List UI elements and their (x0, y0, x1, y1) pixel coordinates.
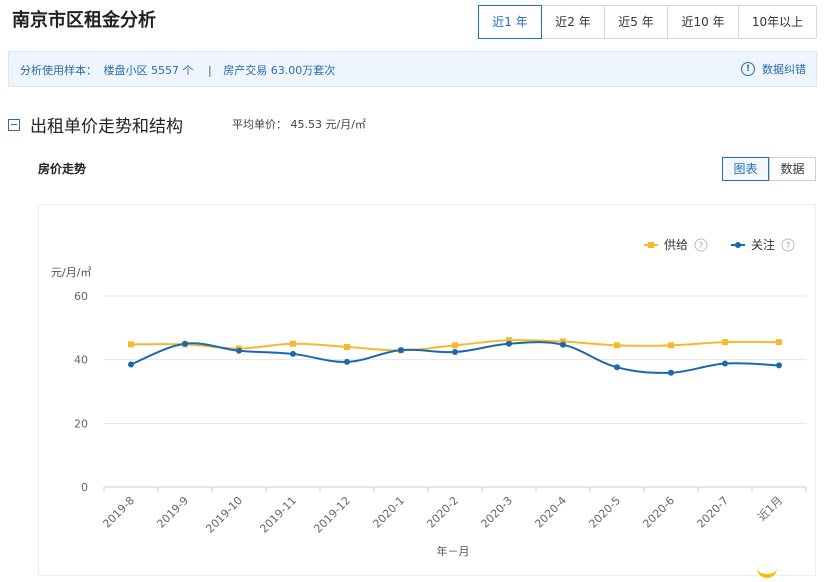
x-tick-label: 2020-3 (478, 494, 515, 531)
transaction-count: 房产交易 63.00万套次 (223, 64, 336, 77)
section-title: 出租单价走势和结构 (30, 117, 183, 137)
x-tick-label: 2019-10 (203, 494, 245, 536)
view-toggle: 图表 数据 (722, 157, 816, 181)
data-point-attention (722, 360, 728, 367)
tab-5-years[interactable]: 近5 年 (604, 6, 667, 38)
help-question-icon-glyph: ? (699, 242, 704, 252)
tab-data[interactable]: 数据 (769, 157, 816, 181)
data-point-attention (560, 341, 566, 348)
info-separator: | (208, 64, 212, 77)
data-point-supply (722, 339, 728, 346)
legend-label: 关注 (751, 237, 775, 252)
y-tick-label: 60 (74, 290, 88, 303)
sample-info-bar: 分析使用样本： 楼盘小区 5557 个 | 房产交易 63.00万套次 ! 数据… (8, 51, 817, 87)
sample-info-text: 分析使用样本： 楼盘小区 5557 个 | 房产交易 63.00万套次 (20, 62, 338, 78)
x-tick-label: 2020-6 (640, 494, 677, 531)
time-range-tabs: 近1 年 近2 年 近5 年 近10 年 10年以上 (478, 5, 817, 39)
report-error-label: 数据纠错 (762, 63, 806, 76)
report-error-link[interactable]: ! 数据纠错 (741, 61, 806, 77)
data-point-attention (776, 362, 782, 369)
data-point-attention (614, 364, 620, 371)
legend-marker-square (648, 242, 654, 248)
page-title: 南京市区租金分析 (12, 10, 156, 31)
data-point-supply (668, 342, 674, 349)
data-point-attention (344, 358, 350, 365)
x-tick-label: 2019-11 (257, 494, 299, 536)
help-question-icon-glyph: ? (786, 242, 791, 252)
x-axis-label: 年－月 (437, 544, 470, 558)
tab-1-year[interactable]: 近1 年 (478, 5, 542, 39)
data-point-supply (776, 339, 782, 346)
data-point-supply (614, 342, 620, 349)
legend-label: 供给 (664, 238, 688, 252)
data-point-supply (344, 343, 350, 350)
tab-over-10-years[interactable]: 10年以上 (738, 6, 816, 38)
x-tick-label: 2020-4 (532, 494, 569, 531)
data-point-attention (452, 349, 458, 356)
data-point-supply (128, 341, 134, 348)
x-tick-label: 2019-8 (100, 494, 137, 531)
y-tick-label: 0 (81, 481, 88, 494)
average-price: 平均单价： 45.53 元/月/㎡ (232, 118, 366, 131)
data-point-supply (452, 342, 458, 349)
x-tick-label: 2020-2 (424, 494, 461, 531)
data-point-attention (506, 340, 512, 347)
tab-2-years[interactable]: 近2 年 (541, 6, 604, 38)
y-tick-label: 20 (74, 417, 88, 430)
legend-marker-circle (735, 242, 741, 248)
data-point-attention (236, 347, 242, 354)
data-point-supply (290, 340, 296, 347)
info-circle-icon: ! (741, 62, 755, 76)
data-point-attention (668, 369, 674, 376)
x-tick-label: 2019-9 (154, 494, 191, 531)
collapse-minus-icon[interactable] (8, 118, 20, 131)
x-tick-label: 近1月 (755, 494, 785, 524)
price-trend-chart: 0 20 40 60 2019-8 2019-9 2019-10 2019-11 2019-12… (51, 237, 807, 558)
data-point-attention (128, 361, 134, 368)
x-tick-label: 2019-12 (311, 494, 353, 536)
data-point-attention (290, 350, 296, 357)
tab-10-years[interactable]: 近10 年 (667, 6, 738, 38)
x-tick-label: 2020-1 (370, 494, 407, 531)
trend-subtitle: 房价走势 (38, 162, 87, 176)
y-tick-label: 40 (74, 354, 88, 367)
x-tick-label: 2020-5 (586, 494, 623, 531)
community-count: 楼盘小区 5557 个 (103, 64, 194, 77)
tab-chart[interactable]: 图表 (722, 157, 769, 181)
data-point-attention (398, 347, 404, 354)
data-point-attention (182, 340, 188, 347)
y-axis-label: 元/月/㎡ (51, 266, 91, 279)
x-tick-label: 2020-7 (694, 494, 731, 531)
sample-label: 分析使用样本： (20, 64, 97, 77)
section-header: 出租单价走势和结构 (8, 112, 183, 137)
chart-container: 0 20 40 60 2019-8 2019-9 2019-10 2019-11 2019-12… (38, 204, 816, 576)
